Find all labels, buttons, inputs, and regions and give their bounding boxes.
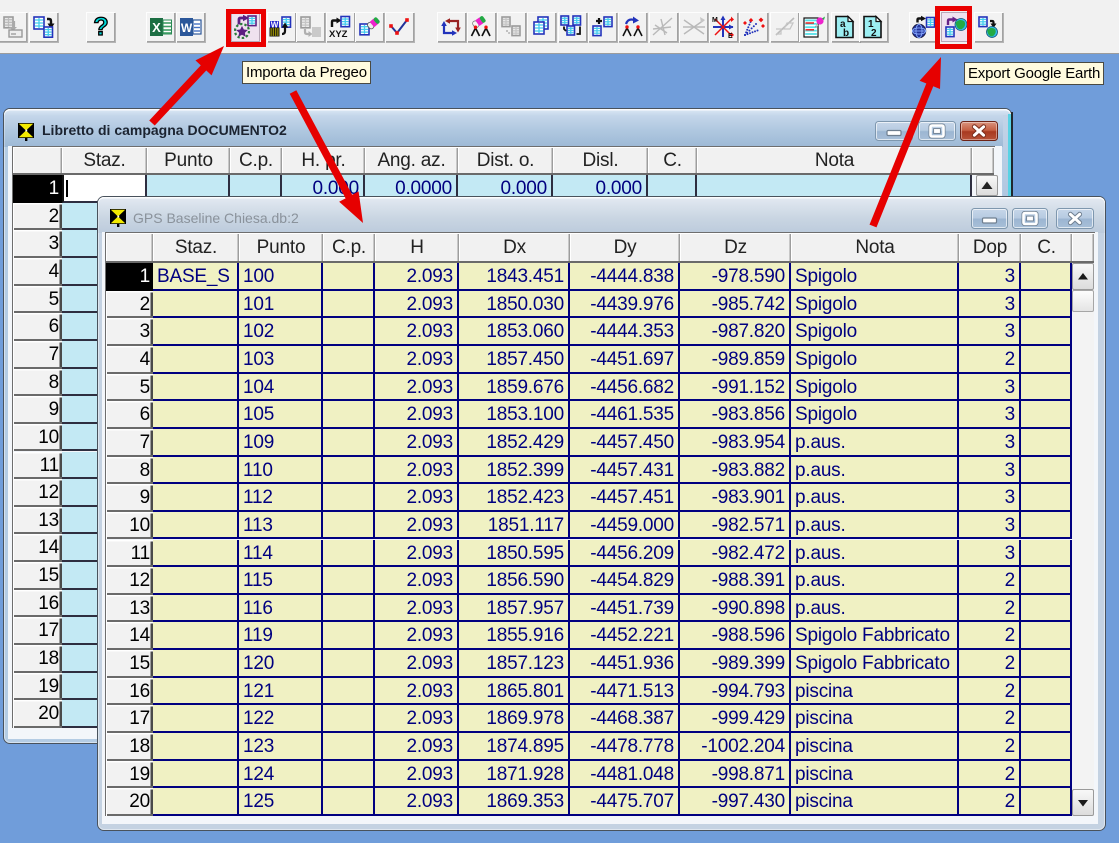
svg-text:M: M <box>712 17 718 24</box>
svg-text:X: X <box>152 20 161 35</box>
svg-text:b: b <box>843 28 849 39</box>
svg-text:2: 2 <box>871 28 877 39</box>
svg-text:E: E <box>728 33 733 39</box>
svg-text:W: W <box>180 21 192 35</box>
svg-text:XYZ: XYZ <box>329 29 348 39</box>
svg-text:?: ? <box>93 15 108 39</box>
